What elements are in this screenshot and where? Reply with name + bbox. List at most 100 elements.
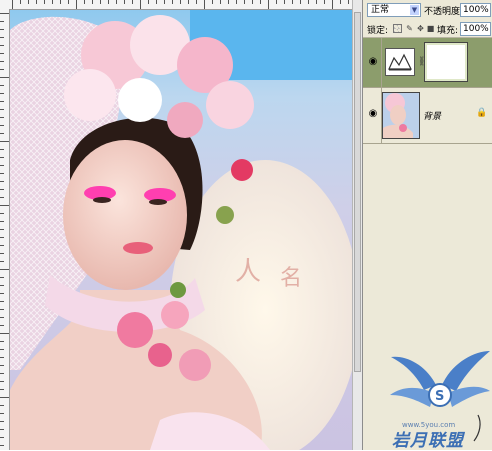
ruler-tick (228, 0, 229, 4)
ruler-tick (148, 0, 149, 4)
ruler-tick (0, 373, 4, 374)
ruler-tick (0, 245, 4, 246)
ruler-tick (20, 0, 21, 4)
ruler-tick (0, 61, 4, 62)
ruler-tick (252, 0, 253, 4)
ruler-tick (0, 389, 4, 390)
ruler-tick (84, 0, 85, 4)
balloon-lettering: 人 (235, 257, 261, 287)
ruler-tick (0, 317, 4, 318)
blend-mode-value: 正常 (371, 5, 390, 15)
ruler-tick (92, 0, 93, 4)
ruler-tick (0, 133, 4, 134)
eye-icon[interactable]: ◉ (367, 108, 379, 120)
ruler-tick (0, 189, 4, 190)
ruler-tick (0, 101, 4, 102)
ruler-tick (0, 77, 9, 78)
levels-icon (385, 48, 415, 76)
ruler-tick (220, 0, 221, 4)
ruler-tick (0, 13, 9, 14)
ruler-tick (124, 0, 125, 4)
ruler-tick (284, 0, 285, 4)
layer-name-label: 背景 (423, 112, 442, 122)
scrollbar-thumb[interactable] (354, 12, 361, 372)
ruler-tick (0, 421, 4, 422)
ruler-tick (0, 293, 4, 294)
chevron-down-icon: ▼ (410, 5, 419, 15)
ruler-tick (0, 37, 4, 38)
portrait-photo: 人 名 (10, 10, 352, 450)
ruler-tick (0, 149, 4, 150)
ruler-tick (0, 213, 4, 214)
ruler-tick (308, 0, 309, 4)
ruler-tick (0, 229, 4, 230)
ruler-tick (60, 0, 61, 4)
eye-icon[interactable]: ◉ (367, 56, 379, 68)
ruler-tick (276, 0, 277, 4)
ruler-tick (156, 0, 157, 4)
lock-label: 锁定: (367, 26, 389, 36)
horizontal-ruler[interactable] (0, 0, 352, 10)
vertical-ruler[interactable] (0, 9, 10, 450)
opacity-input[interactable]: 100% (460, 3, 491, 17)
ruler-tick (0, 69, 4, 70)
ruler-tick (196, 0, 197, 4)
fill-input[interactable]: 100% (460, 22, 491, 36)
ruler-tick (0, 405, 4, 406)
ruler-tick (0, 309, 4, 310)
ruler-tick (0, 21, 4, 22)
ruler-tick (0, 173, 4, 174)
layer-row-adjustment[interactable]: ◉ ⛓ (363, 38, 492, 88)
lock-icon[interactable]: ■ (426, 24, 435, 33)
ruler-tick (324, 0, 325, 4)
ruler-tick (0, 261, 4, 262)
ruler-tick (236, 0, 237, 4)
document-canvas-area[interactable]: 人 名 (0, 0, 362, 450)
document-image[interactable]: 人 名 (10, 10, 352, 450)
ruler-tick (172, 0, 173, 4)
ruler-tick (348, 0, 349, 4)
ruler-tick (12, 0, 13, 9)
ruler-tick (204, 0, 205, 9)
ruler-tick (0, 437, 4, 438)
ruler-tick (340, 0, 341, 4)
brush-icon[interactable]: ✎ (405, 24, 414, 33)
ruler-tick (0, 277, 4, 278)
ruler-tick (0, 381, 4, 382)
ruler-tick (100, 0, 101, 4)
lock-transparency-icon[interactable] (393, 24, 402, 33)
ruler-tick (0, 253, 4, 254)
divider (381, 38, 382, 87)
ruler-tick (76, 0, 77, 9)
ruler-tick (0, 341, 4, 342)
opacity-label: 不透明度: (424, 7, 464, 17)
ruler-tick (0, 45, 4, 46)
vertical-scrollbar[interactable] (352, 0, 362, 450)
ruler-tick (268, 0, 269, 9)
layer-mask-thumbnail[interactable] (424, 42, 468, 82)
ruler-tick (180, 0, 181, 4)
ruler-tick (44, 0, 45, 4)
move-icon[interactable]: ✥ (416, 24, 425, 33)
ruler-tick (0, 141, 9, 142)
ruler-tick (0, 357, 4, 358)
fill-label: 填充: (437, 26, 459, 36)
ruler-tick (0, 125, 4, 126)
lock-options-row: 锁定: ✎ ✥ ■ 填充: 100% (363, 20, 492, 38)
ruler-tick (0, 53, 4, 54)
ruler-tick (0, 165, 4, 166)
layer-thumbnail (382, 92, 420, 139)
layer-row-background[interactable]: ◉ 背景 🔒 (363, 88, 492, 144)
ruler-tick (0, 325, 4, 326)
ruler-tick (0, 109, 4, 110)
blend-mode-select[interactable]: 正常 ▼ (367, 3, 421, 17)
ruler-tick (300, 0, 301, 4)
ruler-tick (0, 301, 4, 302)
ruler-tick (36, 0, 37, 4)
eye-right (149, 199, 167, 205)
ruler-tick (0, 205, 9, 206)
ruler-tick (260, 0, 261, 4)
lips (123, 242, 153, 254)
ruler-tick (0, 333, 9, 334)
ruler-tick (108, 0, 109, 4)
